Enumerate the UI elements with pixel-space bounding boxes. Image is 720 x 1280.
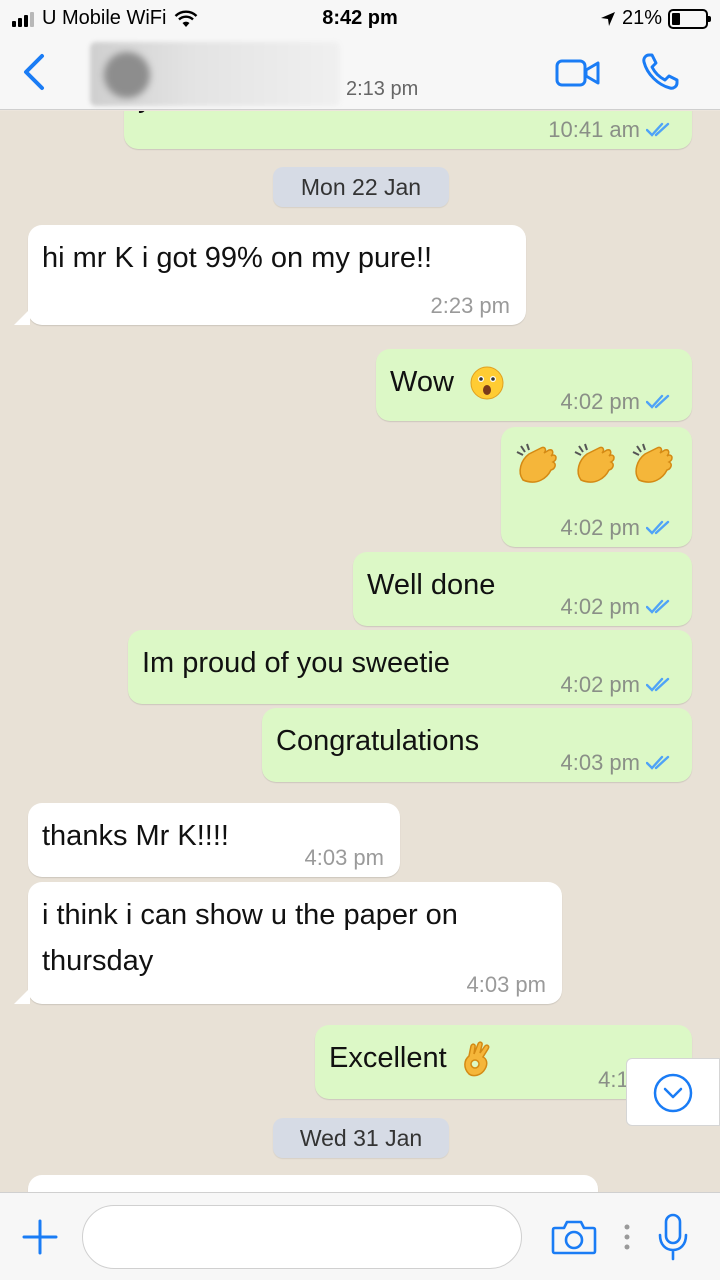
message-time: 4:02 pm	[560, 594, 641, 619]
camera-icon[interactable]	[551, 1219, 597, 1255]
message-incoming[interactable]: hi mr K i got 99% on my pure!! 2:23 pm	[28, 225, 526, 325]
message-emoji-row	[513, 439, 679, 490]
chat-area[interactable]: you? 10:41 am Mon 22 Jan hi mr K i got 9…	[0, 111, 720, 1192]
microphone-icon[interactable]	[656, 1213, 690, 1261]
message-text: thanks Mr K!!!!	[42, 820, 229, 852]
message-input[interactable]	[82, 1205, 522, 1269]
ok-hand-emoji-icon	[463, 1041, 490, 1077]
chat-header: 2:13 pm	[0, 36, 720, 110]
message-text: Excellent	[329, 1042, 447, 1074]
location-arrow-icon	[600, 11, 615, 26]
astonished-face-emoji-icon	[470, 366, 504, 400]
read-receipt-icon	[646, 755, 670, 770]
message-time: 4:02 pm	[560, 515, 641, 540]
more-dots-icon	[624, 1224, 630, 1250]
message-outgoing[interactable]: you? 10:41 am	[124, 111, 692, 149]
message-outgoing[interactable]: Wow 4:02 pm	[376, 349, 692, 421]
read-receipt-icon	[646, 677, 670, 692]
read-receipt-icon	[646, 122, 670, 137]
message-text: i think i can show u the paper on thursd…	[42, 892, 458, 984]
message-incoming[interactable]: i think i can show u the paper on thursd…	[28, 882, 562, 1004]
message-input-bar	[0, 1192, 720, 1280]
message-time: 4:02 pm	[560, 389, 641, 414]
message-incoming[interactable]	[28, 1175, 598, 1192]
bubble-tail	[14, 309, 30, 325]
message-incoming[interactable]: thanks Mr K!!!! 4:03 pm	[28, 803, 400, 877]
message-time: 2:23 pm	[430, 293, 511, 318]
last-seen-time: 2:13 pm	[346, 78, 419, 100]
date-divider: Wed 31 Jan	[273, 1118, 449, 1158]
message-content: Wow	[390, 359, 504, 405]
read-receipt-icon	[646, 599, 670, 614]
date-divider: Mon 22 Jan	[273, 167, 449, 207]
message-outgoing[interactable]: Well done 4:02 pm	[353, 552, 692, 626]
clapping-hands-emoji-icon	[516, 444, 557, 484]
message-text: Well done	[367, 569, 496, 601]
battery-percent: 21%	[621, 7, 662, 29]
plus-icon[interactable]	[20, 1217, 60, 1257]
message-text: Wow	[390, 366, 454, 398]
status-bar: U Mobile WiFi 8:42 pm 21%	[0, 0, 720, 36]
bubble-tail	[14, 988, 30, 1004]
message-text-line: i think i can show u the paper on	[42, 899, 458, 931]
message-outgoing[interactable]: 4:02 pm	[501, 427, 692, 547]
video-call-icon[interactable]	[555, 58, 601, 88]
read-receipt-icon	[646, 394, 670, 409]
message-outgoing[interactable]: Congratulations 4:03 pm	[262, 708, 692, 782]
clapping-hands-emoji-icon	[632, 444, 673, 484]
message-text: Im proud of you sweetie	[142, 647, 450, 679]
message-time: 4:02 pm	[560, 672, 641, 697]
message-text-line: thursday	[42, 945, 154, 977]
read-receipt-icon	[646, 520, 670, 535]
scroll-to-bottom-button[interactable]	[626, 1058, 720, 1126]
back-arrow-icon[interactable]	[18, 52, 54, 92]
message-content: Excellent	[329, 1035, 495, 1081]
chevron-down-icon	[653, 1073, 693, 1113]
avatar	[104, 52, 150, 98]
message-text: you?	[138, 111, 201, 121]
contact-info-blurred[interactable]	[90, 42, 340, 106]
message-time: 10:41 am	[548, 117, 640, 142]
clapping-hands-emoji-icon	[574, 444, 615, 484]
message-time: 4:03 pm	[304, 845, 385, 870]
battery-icon	[668, 8, 711, 29]
message-text: hi mr K i got 99% on my pure!!	[42, 242, 433, 274]
message-outgoing[interactable]: Im proud of you sweetie 4:02 pm	[128, 630, 692, 704]
message-text: Congratulations	[276, 725, 480, 757]
message-time: 4:03 pm	[560, 750, 641, 775]
voice-call-icon[interactable]	[640, 52, 680, 92]
message-time: 4:03 pm	[466, 972, 547, 997]
